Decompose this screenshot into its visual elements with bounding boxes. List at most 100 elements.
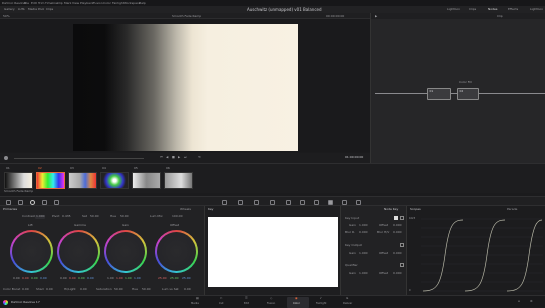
color-wheels-icon[interactable] [30, 199, 35, 205]
thumbnail-2[interactable] [36, 172, 65, 189]
clip-tab-05[interactable]: 05 [134, 167, 138, 170]
page-cut-icon[interactable]: ✂ [220, 297, 223, 300]
thumbnail-6[interactable] [164, 172, 193, 189]
page-deliver-label[interactable]: Deliver [343, 302, 352, 306]
key-preview[interactable] [208, 217, 338, 287]
lift-r[interactable]: 0.00 [22, 277, 29, 280]
key-output-swatch[interactable] [400, 243, 404, 247]
menu-clip[interactable]: Clip [57, 1, 63, 5]
menu-fusion[interactable]: Fusion [93, 1, 103, 5]
qualifier-icon[interactable] [254, 199, 259, 205]
blur-icon[interactable] [314, 199, 319, 205]
param-pivot-value[interactable]: 0.435 [62, 215, 71, 218]
menu-help[interactable]: Help [139, 1, 146, 5]
qualifier-swatch[interactable] [400, 263, 404, 267]
tracker-icon[interactable] [286, 199, 291, 205]
offset-g[interactable]: 25.00 [170, 277, 179, 280]
key-input-swatch[interactable] [394, 216, 398, 220]
toolbar-nodes[interactable]: Nodes [488, 8, 497, 11]
param-hue-value[interactable]: 50.00 [120, 215, 129, 218]
node-02[interactable]: 02 [457, 88, 479, 100]
primaries-mode[interactable]: Wheels [180, 208, 191, 211]
page-cut-label[interactable]: Cut [219, 302, 223, 306]
play-icon[interactable]: ▶ [178, 156, 180, 159]
lift-y[interactable]: 0.00 [13, 277, 20, 280]
skip-start-icon[interactable]: ⏮ [160, 156, 163, 159]
curves-icon[interactable] [222, 199, 227, 205]
toolbar-clips[interactable]: Clips [46, 8, 53, 11]
page-color-icon[interactable]: ◉ [295, 297, 298, 300]
menu-color[interactable]: Color [103, 1, 111, 5]
param-colorboost-value[interactable]: 0.00 [22, 288, 29, 291]
clip-tab-03[interactable]: 03 [70, 167, 74, 170]
page-media-icon[interactable]: ▤ [196, 297, 199, 300]
param-hue2-value[interactable]: 50.00 [142, 288, 151, 291]
toolbar-clips-right[interactable]: Clips [469, 8, 476, 11]
sizing-icon[interactable] [342, 199, 347, 205]
key-input-gain-value[interactable]: 1.000 [359, 224, 368, 227]
menu-file[interactable]: File [24, 1, 29, 5]
thumbnail-1[interactable] [4, 172, 33, 189]
magic-mask-icon[interactable] [300, 199, 305, 205]
loop-icon[interactable]: ⟲ [198, 156, 201, 159]
node-editor[interactable]: ▶ Clip 01 02 Color Fill [370, 13, 545, 163]
scopes-mode[interactable]: Parade [507, 208, 517, 211]
key-input-invert[interactable] [400, 216, 404, 220]
toolbar-media-pool[interactable]: Media Pool [28, 8, 44, 11]
warper-icon[interactable] [238, 199, 243, 205]
menu-playback[interactable]: Playback [80, 1, 93, 5]
page-fusion-icon[interactable]: ◇ [270, 297, 272, 300]
param-hilight-value[interactable]: 0.00 [80, 288, 87, 291]
menu-mark[interactable]: Mark [64, 1, 71, 5]
offset-b[interactable]: 25.00 [182, 277, 191, 280]
color-match-icon[interactable] [18, 199, 23, 205]
camera-raw-icon[interactable] [6, 199, 11, 205]
toolbar-lightbox[interactable]: Lightbox [447, 8, 460, 11]
key-input-blurhv-value[interactable]: 0.000 [393, 231, 402, 234]
page-fairlight-label[interactable]: Fairlight [316, 302, 326, 306]
gain-y[interactable]: 1.00 [107, 277, 114, 280]
thumbnail-4[interactable] [100, 172, 129, 189]
param-sat-value[interactable]: 50.00 [90, 215, 99, 218]
viewer-mode-icon[interactable] [4, 156, 8, 160]
qualifier-gain-value[interactable]: 1.000 [359, 272, 368, 275]
toolbar-gallery[interactable]: Gallery [4, 8, 15, 11]
thumbnail-5[interactable] [132, 172, 161, 189]
reverse-icon[interactable]: ◀ [166, 156, 168, 159]
toolbar-effects[interactable]: Effects [508, 8, 518, 11]
scrubber[interactable] [14, 157, 144, 159]
thumbnail-3[interactable] [68, 172, 97, 189]
page-fusion-label[interactable]: Fusion [267, 302, 275, 306]
skip-end-icon[interactable]: ⏭ [184, 156, 187, 159]
stop-icon[interactable]: ■ [172, 156, 175, 159]
menu-app[interactable]: DaVinci Resolve [2, 1, 26, 5]
home-icon[interactable]: ⌂ [518, 300, 520, 303]
page-deliver-icon[interactable]: ➤ [346, 297, 349, 300]
menu-timeline[interactable]: Timeline [45, 1, 58, 5]
viewer-zoom[interactable]: 50% [3, 14, 10, 18]
clip-tab-04[interactable]: 04 [102, 167, 106, 170]
toolbar-luts[interactable]: LUTs [18, 8, 25, 11]
page-color-label[interactable]: Color [293, 302, 300, 306]
motion-effects-icon[interactable] [54, 199, 59, 205]
key-output-offset-value[interactable]: 0.000 [393, 252, 402, 255]
key-input-blur-value[interactable]: 0.000 [359, 231, 368, 234]
window-icon[interactable] [270, 199, 275, 205]
gamma-g[interactable]: 0.00 [78, 277, 85, 280]
play-head-icon[interactable]: ▶ [375, 14, 377, 18]
param-saturation-value[interactable]: 50.00 [114, 288, 123, 291]
clip-tab-01[interactable]: 01 [6, 167, 10, 170]
key-icon[interactable] [328, 199, 333, 205]
viewer-image[interactable] [73, 24, 298, 151]
menu-trim[interactable]: Trim [38, 1, 44, 5]
clip-tab-02[interactable]: 02 [38, 167, 42, 170]
page-media-label[interactable]: Media [191, 302, 199, 306]
gain-b[interactable]: 1.00 [134, 277, 141, 280]
rgb-mixer-icon[interactable] [42, 199, 47, 205]
gain-g[interactable]: 1.00 [125, 277, 132, 280]
page-edit-icon[interactable]: ☰ [245, 297, 248, 300]
node-01[interactable]: 01 [427, 88, 451, 100]
menu-view[interactable]: View [72, 1, 79, 5]
3d-icon[interactable] [356, 199, 361, 205]
page-edit-label[interactable]: Edit [244, 302, 249, 306]
